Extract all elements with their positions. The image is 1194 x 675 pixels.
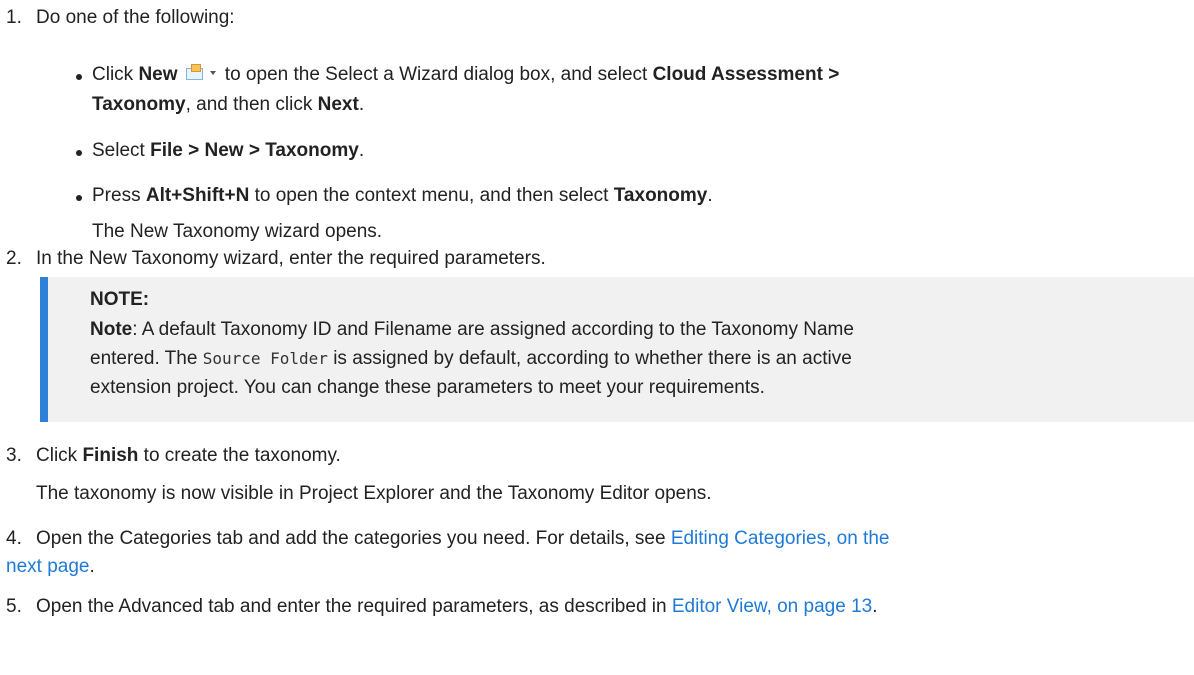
step-number: 5. bbox=[6, 596, 22, 617]
note-line: extension project. You can change these … bbox=[90, 377, 765, 398]
step-text: Open the Categories tab and add the cate… bbox=[36, 528, 890, 549]
document-page: 1. Do one of the following: Click New to… bbox=[0, 0, 1194, 675]
step-text: In the New Taxonomy wizard, enter the re… bbox=[36, 248, 546, 269]
new-wizard-icon[interactable] bbox=[184, 64, 220, 82]
bullet-marker bbox=[76, 195, 82, 201]
bullet-item: Click New to open the Select a Wizard di… bbox=[92, 64, 840, 85]
bullet-marker bbox=[76, 74, 82, 80]
step-number: 1. bbox=[6, 7, 22, 28]
step-text: Do one of the following: bbox=[36, 7, 235, 28]
result-text: The New Taxonomy wizard opens. bbox=[92, 221, 383, 242]
step-number: 2. bbox=[6, 248, 22, 269]
bullet-item-continued: Taxonomy, and then click Next. bbox=[92, 94, 365, 115]
note-line: entered. The Source Folder is assigned b… bbox=[90, 348, 852, 369]
step-text: Open the Advanced tab and enter the requ… bbox=[36, 596, 878, 617]
bullet-item: Press Alt+Shift+N to open the context me… bbox=[92, 185, 713, 206]
bullet-marker bbox=[76, 150, 82, 156]
editing-categories-link[interactable]: Editing Categories, on the bbox=[671, 528, 890, 549]
editing-categories-link[interactable]: next page bbox=[6, 556, 89, 577]
code-text: Source Folder bbox=[202, 349, 328, 368]
editor-view-link[interactable]: Editor View, on page 13 bbox=[672, 596, 872, 617]
note-box: NOTE: Note: A default Taxonomy ID and Fi… bbox=[40, 277, 1194, 422]
step-text-continued: next page. bbox=[6, 556, 95, 577]
result-text: The taxonomy is now visible in Project E… bbox=[36, 483, 712, 504]
step-text: Click Finish to create the taxonomy. bbox=[36, 445, 341, 466]
bullet-item: Select File > New > Taxonomy. bbox=[92, 140, 365, 161]
note-line: Note: A default Taxonomy ID and Filename… bbox=[90, 319, 854, 340]
note-heading: NOTE: bbox=[90, 289, 150, 310]
step-number: 3. bbox=[6, 445, 22, 466]
step-number: 4. bbox=[6, 528, 22, 549]
